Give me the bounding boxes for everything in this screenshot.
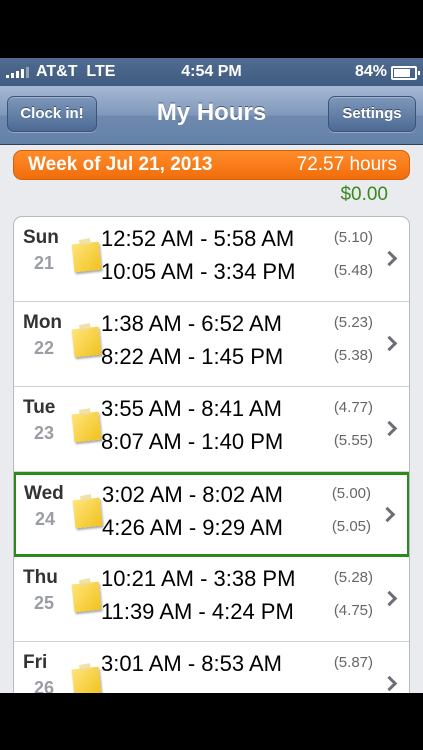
shift-hours: (5.48) <box>333 262 373 279</box>
shift-time: 3:02 AM - 8:02 AM <box>102 482 283 507</box>
day-number: 26 <box>34 678 55 693</box>
navigation-bar: Clock in! My Hours Settings <box>0 86 423 145</box>
day-row-tue[interactable]: Tue 23 3:55 AM - 8:41 AM (4.77) 8:07 AM … <box>14 387 409 472</box>
week-summary-bar[interactable]: Week of Jul 21, 2013 72.57 hours <box>13 150 410 180</box>
shift-hours: (4.77) <box>333 399 373 416</box>
chevron-right-icon <box>381 675 398 692</box>
shift-hours: (5.05) <box>331 518 371 535</box>
day-number: 22 <box>34 338 55 358</box>
shift-hours: (5.28) <box>333 569 373 586</box>
battery-percentage: 84% <box>354 63 387 80</box>
day-row-mon[interactable]: Mon 22 1:38 AM - 6:52 AM (5.23) 8:22 AM … <box>14 302 409 387</box>
day-row-sun[interactable]: Sun 21 12:52 AM - 5:58 AM (5.10) 10:05 A… <box>14 217 409 302</box>
day-name: Tue <box>23 397 56 418</box>
shift-hours: (5.00) <box>331 485 371 502</box>
shift-time: 1:38 AM - 6:52 AM <box>101 311 282 336</box>
shift-time: 3:01 AM - 8:53 AM <box>101 651 282 676</box>
shift-hours: (5.38) <box>333 347 373 364</box>
shift-time: 8:22 AM - 1:45 PM <box>101 344 284 369</box>
day-row-thu[interactable]: Thu 25 10:21 AM - 3:38 PM (5.28) 11:39 A… <box>14 557 409 642</box>
chevron-right-icon <box>381 335 398 352</box>
shift-hours: (5.10) <box>333 229 373 246</box>
app-screen: AT&T LTE 4:54 PM 84% Clock in! My Hours … <box>0 58 423 693</box>
sticky-note-icon[interactable] <box>71 411 102 443</box>
shift-time: 11:39 AM - 4:24 PM <box>101 599 294 624</box>
week-earnings: $0.00 <box>340 184 388 205</box>
shift-time: 3:55 AM - 8:41 AM <box>101 396 282 421</box>
day-name: Fri <box>23 652 48 673</box>
day-number: 25 <box>34 593 55 613</box>
chevron-right-icon <box>381 250 398 267</box>
day-name: Sun <box>23 227 59 248</box>
day-name: Wed <box>24 483 64 504</box>
week-label: Week of Jul 21, 2013 <box>28 154 213 175</box>
day-row-fri[interactable]: Fri 26 3:01 AM - 8:53 AM (5.87) <box>14 642 409 693</box>
shift-time: 4:26 AM - 9:29 AM <box>102 515 283 540</box>
day-name: Thu <box>23 567 58 588</box>
sticky-note-icon[interactable] <box>72 497 103 529</box>
shift-time: 12:52 AM - 5:58 AM <box>101 226 295 251</box>
day-list[interactable]: Sun 21 12:52 AM - 5:58 AM (5.10) 10:05 A… <box>13 216 410 693</box>
shift-hours: (5.87) <box>333 654 373 671</box>
chevron-right-icon <box>379 506 396 523</box>
shift-time: 10:05 AM - 3:34 PM <box>101 259 296 284</box>
week-total-hours: 72.57 hours <box>296 154 397 175</box>
shift-time: 10:21 AM - 3:38 PM <box>101 566 296 591</box>
sticky-note-icon[interactable] <box>71 326 102 358</box>
day-number: 24 <box>35 509 56 529</box>
chevron-right-icon <box>381 590 398 607</box>
day-row-wed[interactable]: Wed 24 3:02 AM - 8:02 AM (5.00) 4:26 AM … <box>14 472 409 557</box>
status-bar: AT&T LTE 4:54 PM 84% <box>0 58 423 86</box>
shift-hours: (4.75) <box>333 602 373 619</box>
day-number: 21 <box>34 253 55 273</box>
chevron-right-icon <box>381 420 398 437</box>
settings-button[interactable]: Settings <box>328 96 416 132</box>
day-number: 23 <box>34 423 55 443</box>
sticky-note-icon[interactable] <box>71 241 102 273</box>
sticky-note-icon[interactable] <box>71 581 102 613</box>
shift-time: 8:07 AM - 1:40 PM <box>101 429 284 454</box>
shift-hours: (5.23) <box>333 314 373 331</box>
sticky-note-icon[interactable] <box>71 666 102 693</box>
battery-icon <box>391 66 420 80</box>
shift-hours: (5.55) <box>333 432 373 449</box>
day-name: Mon <box>23 312 63 333</box>
